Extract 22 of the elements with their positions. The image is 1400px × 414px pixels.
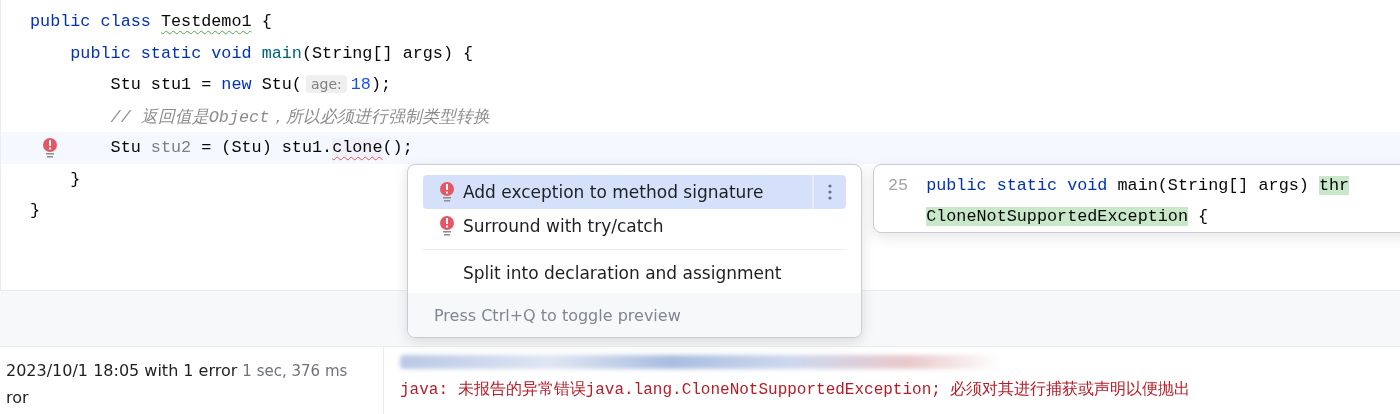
code-line: Stu stu2 = (Stu) stu1.clone(); xyxy=(109,138,413,158)
menu-item[interactable]: Surround with try/catch xyxy=(423,209,846,243)
code-line: Stu stu1 = new Stu( age: 18); xyxy=(109,75,392,95)
tree-item[interactable]: ror xyxy=(6,388,383,407)
more-icon[interactable] xyxy=(828,183,832,201)
code-line: } xyxy=(30,201,41,221)
code-line: CloneNotSupportedException { xyxy=(926,206,1210,228)
code-line: // 返回值是Object，所以必须进行强制类型转换 xyxy=(109,106,491,128)
error-icon[interactable] xyxy=(42,137,58,159)
error-icon xyxy=(439,181,455,203)
build-status[interactable]: 2023/10/1 18:05 with 1 error xyxy=(6,361,238,380)
line-number: 25 xyxy=(888,175,909,197)
menu-item[interactable]: Add exception to method signature xyxy=(423,175,846,209)
code-line: public static void main(String[] args) thr xyxy=(926,175,1350,197)
error-icon xyxy=(439,215,455,237)
code-line: public class Testdemo1 { xyxy=(30,12,272,32)
code-line: } xyxy=(69,169,81,189)
menu-item[interactable]: Split into declaration and assignment xyxy=(423,256,846,290)
code-line: public static void main(String[] args) { xyxy=(69,43,474,63)
preview-hint: Press Ctrl+Q to toggle preview xyxy=(408,293,861,337)
build-duration: 1 sec, 376 ms xyxy=(242,362,348,380)
error-message: java: 未报告的异常错误java.lang.CloneNotSupportedException; 必须对其进行捕获或声明以便抛出 xyxy=(400,379,1192,400)
